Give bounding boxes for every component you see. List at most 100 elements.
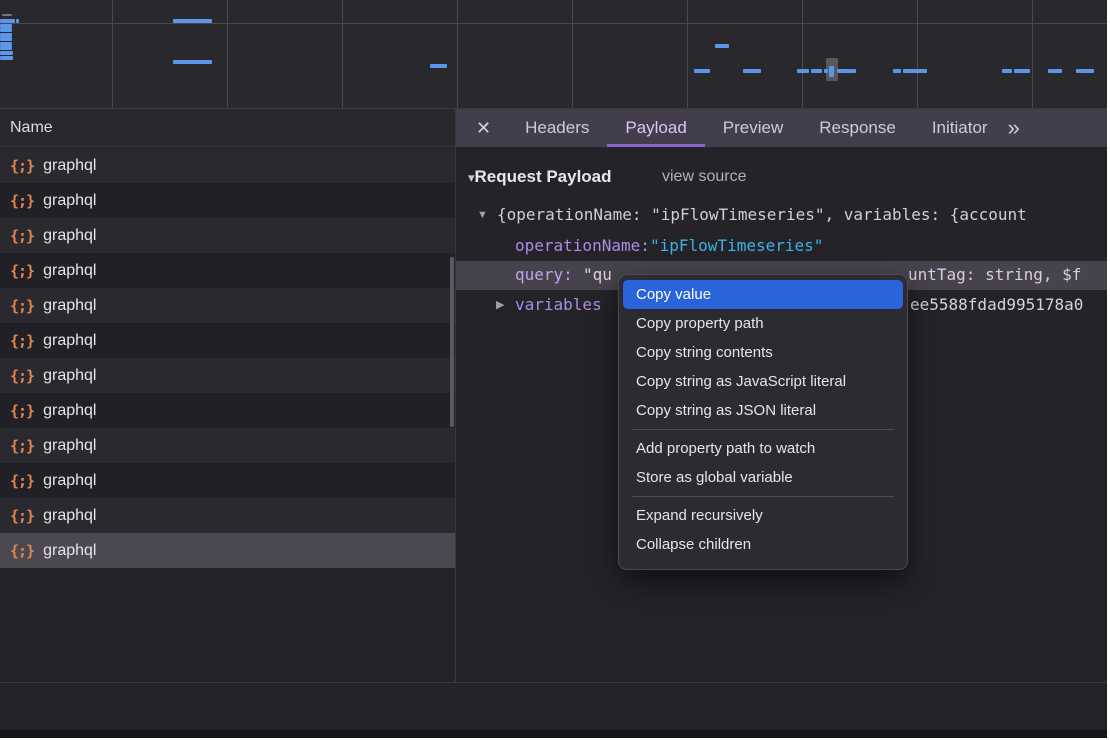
property-value-right: untTag: string, $f	[908, 261, 1081, 289]
list-item[interactable]: {;} graphql	[0, 183, 455, 218]
list-item[interactable]: {;} graphql	[0, 323, 455, 358]
list-item[interactable]: {;}graphql	[0, 533, 455, 568]
menu-item[interactable]: Add property path to watch	[623, 434, 903, 463]
overview-request-bar	[0, 37, 12, 41]
list-item[interactable]: {;} graphql	[0, 358, 455, 393]
tab-headers[interactable]: Headers	[507, 109, 607, 147]
payload-row-operationname[interactable]: operationName: "ipFlowTimeseries"	[456, 232, 1107, 260]
payload-root-row[interactable]: ▼ {operationName: "ipFlowTimeseries", va…	[456, 201, 1107, 229]
overview-gridline	[112, 0, 113, 108]
menu-item[interactable]: Copy string contents	[623, 338, 903, 367]
name-column-header[interactable]: Name	[0, 109, 455, 147]
overview-request-bar	[903, 69, 927, 73]
overview-gridline	[572, 0, 573, 108]
overview-request-bar	[829, 66, 834, 77]
name-column-label: Name	[10, 119, 53, 136]
request-name: graphql	[43, 192, 96, 210]
overview-request-bar	[1076, 69, 1094, 73]
overview-request-bar	[430, 64, 447, 68]
menu-item[interactable]: Copy value	[623, 280, 903, 309]
network-overview[interactable]	[0, 0, 1107, 109]
overview-request-bar	[893, 69, 901, 73]
tab-strip: HeadersPayloadPreviewResponseInitiator	[507, 109, 1005, 147]
overview-request-bar	[811, 69, 822, 73]
overview-request-bar	[173, 19, 212, 23]
overview-request-bar	[743, 69, 761, 73]
overview-gridline	[457, 0, 458, 108]
overview-gridline	[687, 0, 688, 108]
property-value-right: ee5588fdad995178a0	[910, 291, 1083, 319]
request-list: {;} graphql {;} graphql {;} graphql {;} graphql…	[0, 148, 455, 568]
overview-request-bar	[0, 56, 13, 60]
overview-request-bar	[0, 19, 15, 23]
list-item[interactable]: {;} graphql	[0, 393, 455, 428]
overview-request-bar	[16, 19, 19, 23]
json-braces-icon: {;}	[10, 262, 34, 280]
overview-request-bar	[2, 14, 12, 16]
request-name: graphql	[43, 332, 96, 350]
request-name: graphql	[43, 472, 96, 490]
tab-payload[interactable]: Payload	[607, 109, 704, 147]
overview-gridline	[1032, 0, 1033, 108]
overview-hline	[0, 23, 1107, 24]
overview-gridline	[802, 0, 803, 108]
json-braces-icon: {;}	[10, 192, 34, 210]
property-key: variables	[515, 291, 602, 319]
request-name: graphql	[43, 262, 96, 280]
menu-item[interactable]: Collapse children	[623, 530, 903, 559]
menu-item[interactable]: Copy property path	[623, 309, 903, 338]
request-name: graphql	[43, 402, 96, 420]
list-item[interactable]: {;} graphql	[0, 148, 455, 183]
close-icon[interactable]: ✕	[476, 118, 491, 139]
overview-request-bar	[837, 69, 856, 73]
json-braces-icon: {;}	[10, 542, 34, 560]
more-tabs-icon[interactable]: »	[1008, 109, 1020, 147]
object-preview-text: {operationName: "ipFlowTimeseries", vari…	[497, 201, 1027, 229]
request-name: graphql	[43, 437, 96, 455]
scrollbar-thumb[interactable]	[450, 257, 454, 427]
json-braces-icon: {;}	[10, 507, 34, 525]
json-braces-icon: {;}	[10, 367, 34, 385]
list-item[interactable]: {;}graphql	[0, 218, 455, 253]
json-braces-icon: {;}	[10, 227, 34, 245]
json-braces-icon: {;}	[10, 297, 34, 315]
request-name: graphql	[43, 157, 96, 175]
overview-request-bar	[1048, 69, 1062, 73]
overview-request-bar	[694, 69, 710, 73]
overview-request-bar	[715, 44, 729, 48]
overview-request-bar	[1014, 69, 1030, 73]
overview-request-bar	[0, 46, 12, 50]
request-name: graphql	[43, 507, 96, 525]
json-braces-icon: {;}	[10, 402, 34, 420]
menu-item[interactable]: Copy string as JSON literal	[623, 396, 903, 425]
property-value-left: "qu	[515, 261, 612, 289]
list-item[interactable]: {;} graphql	[0, 463, 455, 498]
json-braces-icon: {;}	[10, 157, 34, 175]
tab-initiator[interactable]: Initiator	[914, 109, 1006, 147]
overview-request-bar	[0, 28, 12, 32]
collapsed-triangle-icon[interactable]: ▶	[496, 291, 504, 319]
json-braces-icon: {;}	[10, 472, 34, 490]
request-name: graphql	[43, 297, 96, 315]
request-name: graphql	[43, 367, 96, 385]
list-item[interactable]: {;} graphql	[0, 498, 455, 533]
tab-response[interactable]: Response	[801, 109, 914, 147]
json-braces-icon: {;}	[10, 332, 34, 350]
section-title: Request Payload	[475, 167, 612, 186]
expanded-triangle-icon[interactable]: ▼	[477, 201, 488, 229]
list-item[interactable]: {;}graphql	[0, 428, 455, 463]
list-item[interactable]: {;} graphql	[0, 253, 455, 288]
menu-separator	[632, 496, 894, 497]
menu-item[interactable]: Expand recursively	[623, 501, 903, 530]
menu-item[interactable]: Store as global variable	[623, 463, 903, 492]
request-payload-section[interactable]: ▾Request Payload	[456, 164, 612, 190]
overview-gridline	[342, 0, 343, 108]
summary-bar	[0, 682, 1107, 730]
list-item[interactable]: {;} graphql	[0, 288, 455, 323]
menu-separator	[632, 429, 894, 430]
tab-preview[interactable]: Preview	[705, 109, 801, 147]
window-bottom-edge	[0, 730, 1107, 738]
view-source-link[interactable]: view source	[662, 164, 746, 190]
menu-item[interactable]: Copy string as JavaScript literal	[623, 367, 903, 396]
overview-request-bar	[797, 69, 809, 73]
